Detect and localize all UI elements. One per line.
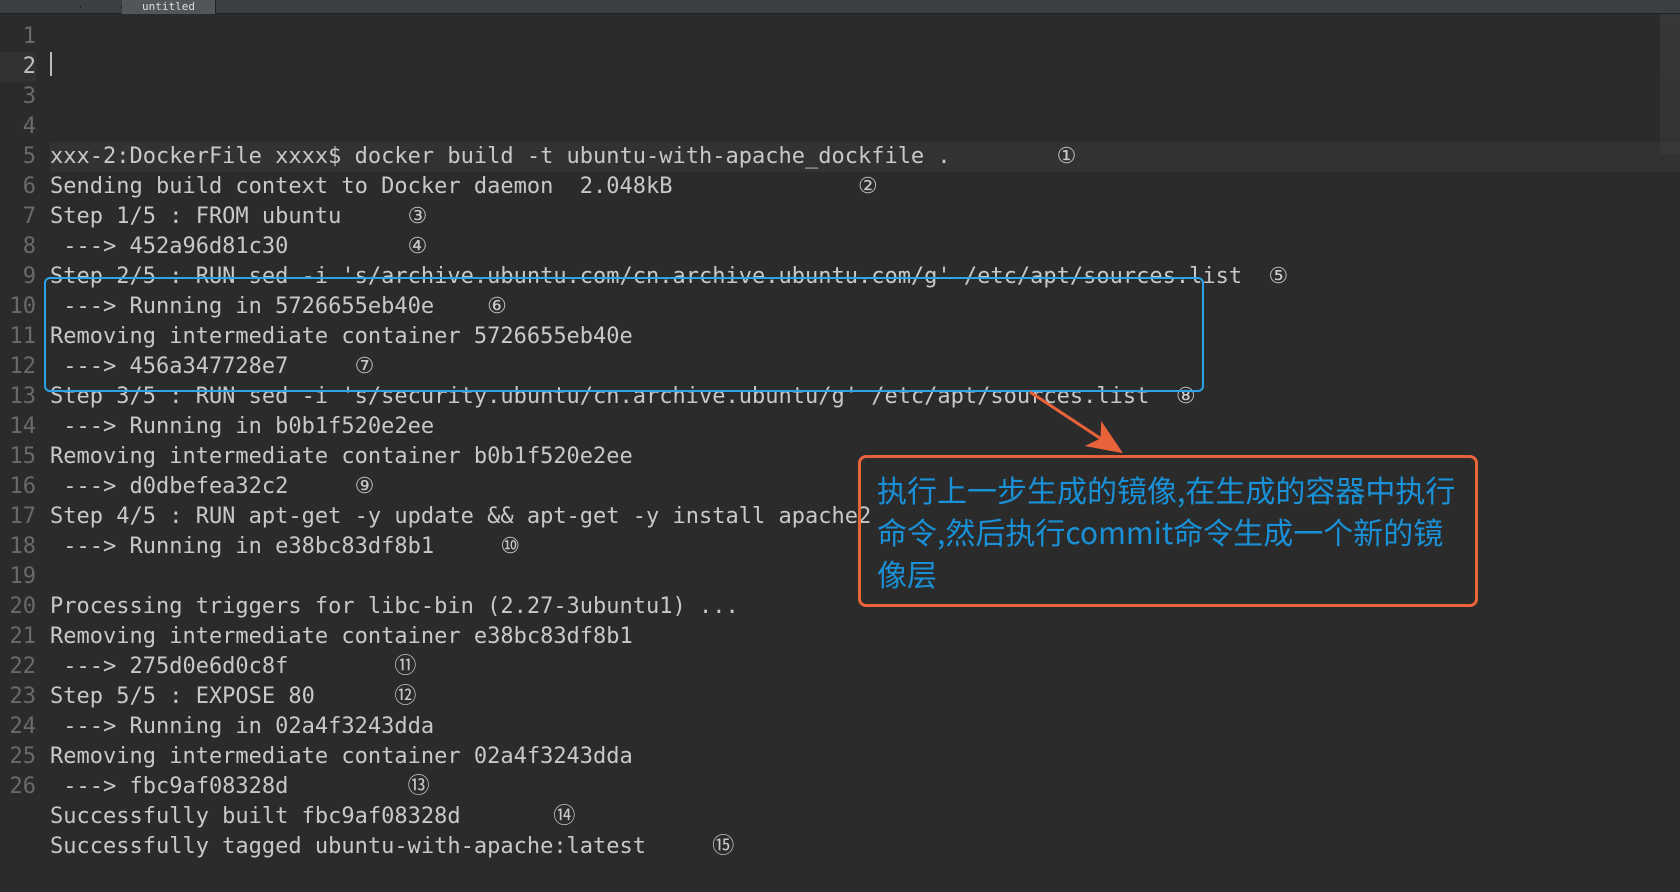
code-line[interactable]: Removing intermediate container 02a4f324…	[50, 742, 1680, 772]
code-line[interactable]: Removing intermediate container e38bc83d…	[50, 622, 1680, 652]
code-line[interactable]: Successfully built fbc9af08328d ⑭	[50, 802, 1680, 832]
tab-item[interactable]	[81, 6, 122, 8]
code-line[interactable]: ---> fbc9af08328d ⑬	[50, 772, 1680, 802]
line-number: 23	[0, 682, 36, 712]
line-number: 13	[0, 382, 36, 412]
minimap[interactable]	[1660, 14, 1680, 154]
code-line[interactable]: Step 2/5 : RUN sed -i 's/archive.ubuntu.…	[50, 262, 1680, 292]
code-line[interactable]	[50, 862, 1680, 892]
line-number: 1	[0, 22, 36, 52]
line-number: 21	[0, 622, 36, 652]
tab-bar: untitled	[0, 0, 1680, 14]
code-line[interactable]: Removing intermediate container 5726655e…	[50, 322, 1680, 352]
line-number: 3	[0, 82, 36, 112]
line-number: 5	[0, 142, 36, 172]
line-number: 10	[0, 292, 36, 322]
code-line[interactable]: Sending build context to Docker daemon 2…	[50, 172, 1680, 202]
line-number: 9	[0, 262, 36, 292]
code-line[interactable]: Step 3/5 : RUN sed -i 's/security.ubuntu…	[50, 382, 1680, 412]
line-number: 11	[0, 322, 36, 352]
code-line[interactable]: ---> Running in 02a4f3243dda	[50, 712, 1680, 742]
line-number: 8	[0, 232, 36, 262]
code-line[interactable]: xxx-2:DockerFile xxxx$ docker build -t u…	[50, 142, 1680, 172]
tab-active[interactable]: untitled	[122, 0, 216, 14]
code-line[interactable]: ---> Running in 5726655eb40e ⑥	[50, 292, 1680, 322]
editor-content[interactable]: xxx-2:DockerFile xxxx$ docker build -t u…	[46, 14, 1680, 858]
code-line[interactable]: Step 5/5 : EXPOSE 80 ⑫	[50, 682, 1680, 712]
annotation-callout: 执行上一步生成的镜像,在生成的容器中执行命令,然后执行commit命令生成一个新…	[858, 455, 1478, 607]
editor-area[interactable]: 1234567891011121314151617181920212223242…	[0, 14, 1680, 858]
line-number: 4	[0, 112, 36, 142]
line-number: 6	[0, 172, 36, 202]
code-line[interactable]: ---> 275d0e6d0c8f ⑪	[50, 652, 1680, 682]
line-number: 14	[0, 412, 36, 442]
code-line[interactable]	[50, 112, 1680, 142]
line-number: 12	[0, 352, 36, 382]
line-number: 22	[0, 652, 36, 682]
line-number: 20	[0, 592, 36, 622]
line-number: 26	[0, 772, 36, 802]
tab-item[interactable]	[40, 6, 81, 8]
line-number: 24	[0, 712, 36, 742]
text-caret	[50, 52, 52, 76]
line-number: 17	[0, 502, 36, 532]
code-line[interactable]: Step 1/5 : FROM ubuntu ③	[50, 202, 1680, 232]
code-line[interactable]: ---> 452a96d81c30 ④	[50, 232, 1680, 262]
line-number: 2	[0, 52, 36, 82]
code-line[interactable]: ---> Running in b0b1f520e2ee	[50, 412, 1680, 442]
code-line[interactable]: ---> 456a347728e7 ⑦	[50, 352, 1680, 382]
line-number: 25	[0, 742, 36, 772]
line-number: 15	[0, 442, 36, 472]
line-number: 18	[0, 532, 36, 562]
line-number: 16	[0, 472, 36, 502]
line-number-gutter: 1234567891011121314151617181920212223242…	[0, 14, 46, 858]
line-number: 7	[0, 202, 36, 232]
annotation-text: 执行上一步生成的镜像,在生成的容器中执行命令,然后执行commit命令生成一个新…	[877, 467, 1455, 595]
line-number: 19	[0, 562, 36, 592]
